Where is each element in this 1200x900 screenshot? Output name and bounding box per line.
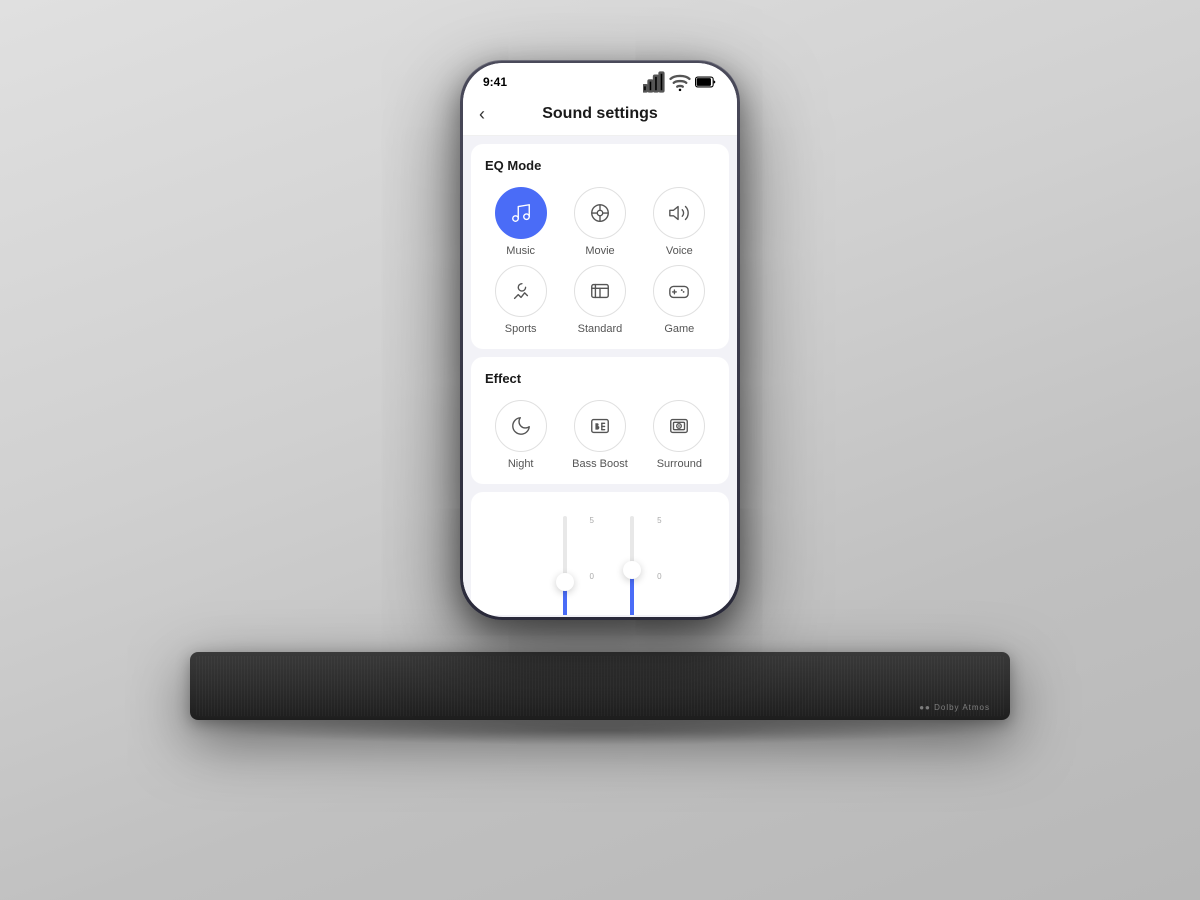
phone: 9:41 [460,60,740,620]
eq-mode-section: EQ Mode Music [471,144,729,349]
effect-icon-bass-boost [574,400,626,452]
status-time: 9:41 [483,75,507,89]
effect-label-night: Night [508,458,534,470]
page-title: Sound settings [542,105,658,123]
eq-item-game[interactable]: Game [644,265,715,335]
effect-label-bass-boost: Bass Boost [572,458,628,470]
treble-slider-wrap: 5 0 -5 Treble [617,516,648,615]
eq-item-music[interactable]: Music [485,187,556,257]
treble-scale-mid: 0 [657,572,664,581]
eq-icon-voice [653,187,705,239]
music-icon [510,202,532,224]
effect-item-surround[interactable]: Surround [644,400,715,470]
voice-icon [668,202,690,224]
eq-item-sports[interactable]: Sports [485,265,556,335]
eq-label-standard: Standard [578,323,623,335]
back-button[interactable]: ‹ [479,104,485,125]
soundbar: ●● Dolby Atmos [190,652,1010,720]
bass-slider-wrap: 5 0 -5 Bass [552,516,576,615]
eq-item-voice[interactable]: Voice [644,187,715,257]
game-icon [668,280,690,302]
effect-title: Effect [485,371,715,386]
effect-grid: Night [485,400,715,470]
eq-icon-movie [574,187,626,239]
effect-icon-night [495,400,547,452]
app-header: ‹ Sound settings [463,97,737,136]
battery-icon [695,71,717,93]
night-icon [510,415,532,437]
eq-label-voice: Voice [666,245,693,257]
phone-body: 9:41 [460,60,740,620]
eq-item-movie[interactable]: Movie [564,187,635,257]
bass-slider-track-container[interactable]: 5 0 -5 [553,516,577,615]
treble-scale-top: 5 [657,516,664,525]
sports-icon [510,280,532,302]
effect-icon-surround [653,400,705,452]
eq-icon-game [653,265,705,317]
bass-thumb[interactable] [556,573,574,591]
standard-icon [589,280,611,302]
treble-thumb[interactable] [623,561,641,579]
effect-section: Effect Night [471,357,729,484]
wifi-icon [669,71,691,93]
eq-label-sports: Sports [505,323,537,335]
bass-scale: 5 0 -5 [589,516,596,615]
sliders-container: 5 0 -5 Bass [485,506,715,615]
treble-slider-track-container[interactable]: 5 0 -5 [620,516,644,615]
treble-scale: 5 0 -5 [657,516,664,615]
effect-item-night[interactable]: Night [485,400,556,470]
phone-screen: 9:41 [463,63,737,617]
app-content: EQ Mode Music [463,136,737,615]
status-bar: 9:41 [463,63,737,97]
bass-boost-icon [589,415,611,437]
eq-icon-standard [574,265,626,317]
treble-track [630,516,634,615]
eq-mode-title: EQ Mode [485,158,715,173]
signal-icon [643,71,665,93]
eq-item-standard[interactable]: Standard [564,265,635,335]
eq-mode-grid: Music [485,187,715,335]
eq-label-music: Music [506,245,535,257]
surround-icon [668,415,690,437]
effect-item-bass-boost[interactable]: Bass Boost [564,400,635,470]
eq-icon-music [495,187,547,239]
status-icons [643,71,717,93]
equalizer-section: 5 0 -5 Bass [471,492,729,615]
effect-label-surround: Surround [657,458,702,470]
eq-icon-sports [495,265,547,317]
bass-track [563,516,567,615]
bass-scale-mid: 0 [589,572,596,581]
bass-scale-top: 5 [589,516,596,525]
soundbar-brand: ●● Dolby Atmos [919,703,990,712]
movie-icon [589,202,611,224]
eq-label-game: Game [664,323,694,335]
eq-label-movie: Movie [585,245,614,257]
